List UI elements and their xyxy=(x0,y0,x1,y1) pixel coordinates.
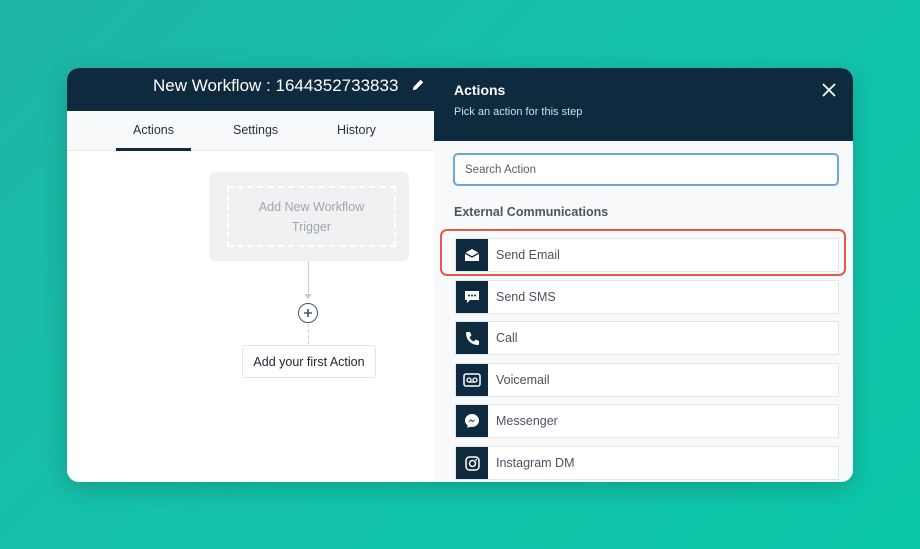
trigger-card[interactable]: Add New Workflow Trigger xyxy=(209,172,409,261)
action-label: Messenger xyxy=(496,414,558,428)
action-item-messenger[interactable]: Messenger xyxy=(455,404,839,438)
actions-panel-subtitle: Pick an action for this step xyxy=(454,106,583,118)
workflow-tabs: Actions Settings History xyxy=(67,111,434,151)
search-action-input[interactable] xyxy=(453,153,839,186)
messenger-icon xyxy=(456,405,488,437)
add-trigger-label: Add New Workflow Trigger xyxy=(258,199,365,234)
chat-bubble-icon xyxy=(456,281,488,313)
action-label: Call xyxy=(496,331,518,345)
connector-arrow xyxy=(304,294,312,299)
close-icon[interactable] xyxy=(822,83,836,97)
pencil-icon[interactable] xyxy=(411,78,425,92)
active-tab-indicator xyxy=(116,148,191,151)
actions-panel-header: Actions Pick an action for this step xyxy=(434,68,853,141)
dashed-connector xyxy=(308,324,309,344)
plus-icon xyxy=(304,309,312,317)
workflow-header: New Workflow : 1644352733833 xyxy=(67,68,434,111)
highlight-outline xyxy=(440,229,846,276)
action-label: Voicemail xyxy=(496,373,550,387)
workflow-builder-pane: New Workflow : 1644352733833 Actions Set… xyxy=(67,68,434,482)
action-label: Instagram DM xyxy=(496,456,575,470)
tab-settings[interactable]: Settings xyxy=(233,123,278,137)
phone-icon xyxy=(456,322,488,354)
add-first-action-button[interactable]: Add your first Action xyxy=(242,345,376,378)
instagram-icon xyxy=(456,447,488,479)
action-item-send-sms[interactable]: Send SMS xyxy=(455,280,839,314)
add-step-button[interactable] xyxy=(298,303,318,323)
tab-history[interactable]: History xyxy=(337,123,376,137)
connector-line xyxy=(308,261,309,297)
add-trigger-placeholder[interactable]: Add New Workflow Trigger xyxy=(227,186,396,247)
voicemail-icon xyxy=(456,364,488,396)
action-item-instagram-dm[interactable]: Instagram DM xyxy=(455,446,839,480)
tab-actions[interactable]: Actions xyxy=(133,123,174,137)
actions-panel-title: Actions xyxy=(454,82,506,98)
action-label: Send SMS xyxy=(496,290,556,304)
action-item-voicemail[interactable]: Voicemail xyxy=(455,363,839,397)
section-title: External Communications xyxy=(454,205,609,219)
workflow-title: New Workflow : 1644352733833 xyxy=(153,76,399,95)
action-item-call[interactable]: Call xyxy=(455,321,839,355)
